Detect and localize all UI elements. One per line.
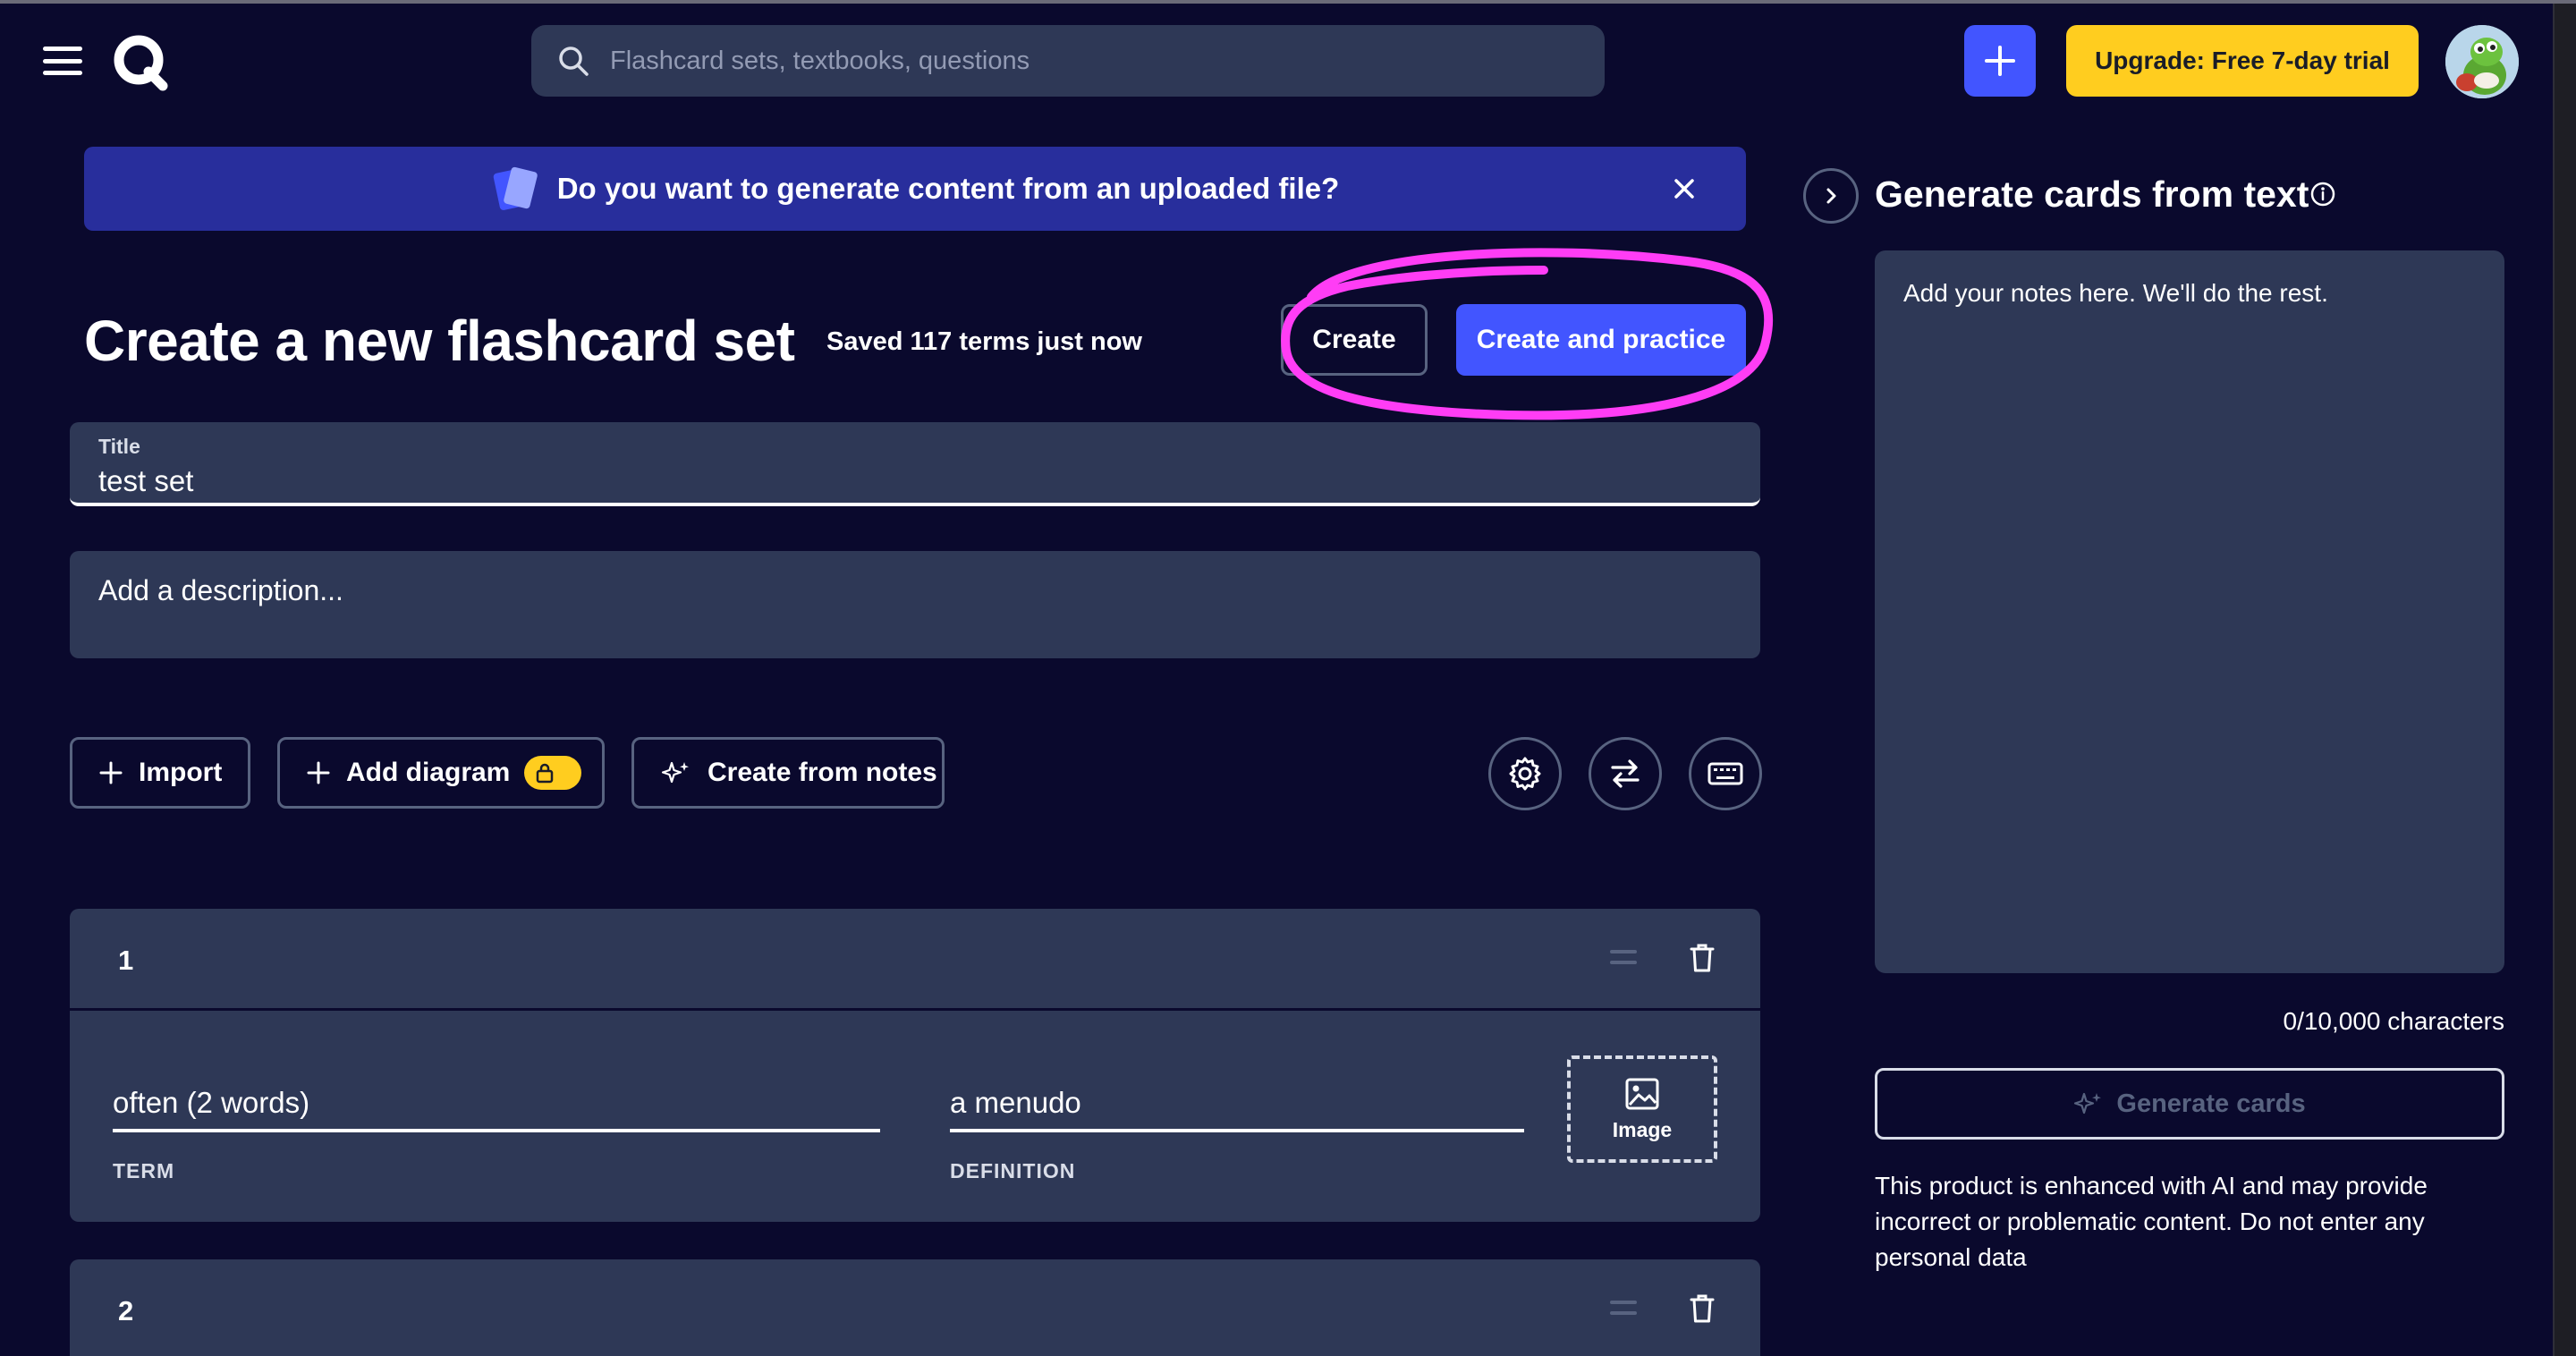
term-input[interactable] [113, 1086, 880, 1129]
collapse-panel-button[interactable] [1803, 168, 1859, 224]
description-input[interactable] [98, 574, 1708, 607]
plus-icon [1985, 46, 2015, 76]
title-input[interactable] [98, 464, 1708, 498]
quizlet-logo[interactable] [111, 32, 170, 91]
search-input[interactable] [610, 46, 1576, 76]
definition-input[interactable] [950, 1086, 1524, 1129]
upgrade-button[interactable]: Upgrade: Free 7-day trial [2066, 25, 2419, 97]
create-from-notes-label: Create from notes [708, 758, 937, 787]
plus-icon [99, 761, 123, 784]
card-header: 2 [70, 1259, 1760, 1356]
trash-icon[interactable] [1689, 943, 1716, 973]
add-diagram-label: Add diagram [346, 758, 511, 787]
card-number: 1 [118, 945, 134, 976]
sparkle-icon [2074, 1092, 2102, 1114]
window-top-border [0, 0, 2576, 4]
character-count: 0/10,000 characters [2283, 1007, 2505, 1035]
drag-handle-icon[interactable] [1610, 950, 1637, 970]
keyboard-shortcuts-button[interactable] [1689, 737, 1762, 810]
term-label: TERM [113, 1159, 175, 1182]
image-label: Image [1612, 1117, 1673, 1141]
settings-button[interactable] [1488, 737, 1562, 810]
definition-field[interactable] [950, 1086, 1524, 1132]
title-label: Title [98, 435, 140, 458]
panel-title: Generate cards from text [1875, 174, 2309, 215]
notes-textarea[interactable] [1875, 250, 2504, 973]
close-icon[interactable] [1669, 174, 1699, 204]
keyboard-icon [1707, 762, 1743, 785]
title-field[interactable]: Title [70, 422, 1760, 506]
definition-label: DEFINITION [950, 1159, 1076, 1182]
page: Upgrade: Free 7-day trial Do you want to… [0, 0, 2576, 1356]
trash-icon[interactable] [1689, 1293, 1716, 1324]
info-icon[interactable] [2309, 181, 2336, 208]
create-new-button[interactable] [1964, 25, 2036, 97]
page-scrollbar[interactable] [2553, 4, 2576, 1356]
card-body: TERM DEFINITION Image [70, 1011, 1760, 1222]
description-field[interactable] [70, 551, 1760, 658]
flashcard-row: 1 TERM DEFINITION [70, 909, 1760, 1222]
generate-cards-button[interactable]: Generate cards [1875, 1068, 2504, 1140]
upload-file-banner[interactable]: Do you want to generate content from an … [84, 147, 1746, 231]
swap-icon [1611, 759, 1640, 788]
banner-text: Do you want to generate content from an … [556, 172, 1340, 205]
generate-cards-label: Generate cards [2116, 1089, 2306, 1118]
sparkle-icon [661, 761, 689, 784]
swap-term-definition-button[interactable] [1589, 737, 1662, 810]
lock-icon [537, 763, 554, 784]
search-bar[interactable] [531, 25, 1605, 97]
chevron-right-icon [1826, 188, 1836, 204]
add-diagram-button[interactable]: Add diagram [277, 737, 605, 809]
card-header: 1 [70, 909, 1760, 1011]
gear-icon [1509, 757, 1541, 791]
flashcards-icon [493, 166, 538, 210]
page-title: Create a new flashcard set [84, 309, 795, 373]
drag-handle-icon[interactable] [1610, 1301, 1637, 1320]
add-image-button[interactable]: Image [1567, 1055, 1717, 1163]
image-icon [1625, 1078, 1659, 1109]
flashcard-row: 2 [70, 1259, 1760, 1356]
term-field[interactable] [113, 1086, 880, 1132]
card-number: 2 [118, 1295, 134, 1326]
saved-status: Saved 117 terms just now [826, 327, 1142, 356]
create-and-practice-button[interactable]: Create and practice [1456, 304, 1746, 376]
menu-icon[interactable] [43, 47, 82, 75]
lock-badge [524, 756, 582, 790]
import-label: Import [139, 758, 223, 787]
plus-icon [307, 761, 330, 784]
import-button[interactable]: Import [70, 737, 250, 809]
ai-disclaimer: This product is enhanced with AI and may… [1875, 1172, 2428, 1271]
avatar[interactable] [2445, 25, 2519, 98]
create-button[interactable]: Create [1281, 304, 1428, 376]
create-from-notes-button[interactable]: Create from notes [631, 737, 945, 809]
search-icon [559, 47, 589, 76]
